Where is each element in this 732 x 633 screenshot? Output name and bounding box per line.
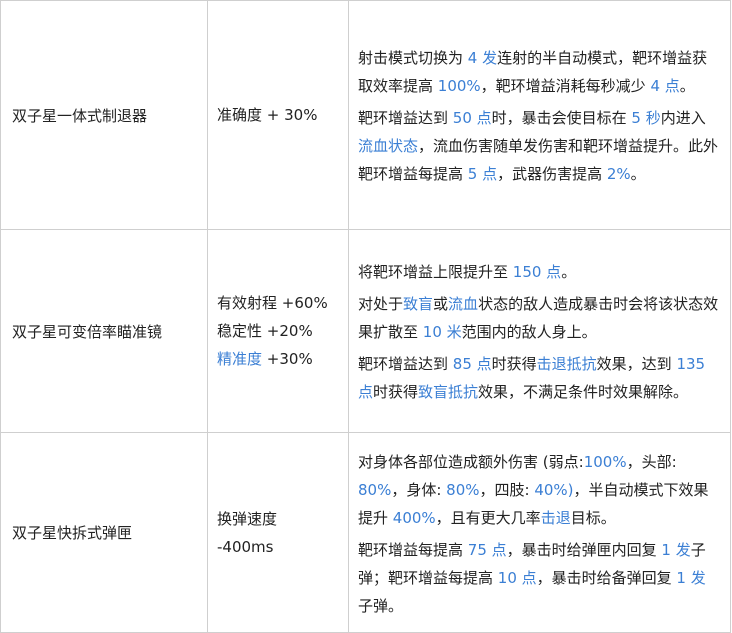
- highlight-term[interactable]: 致盲: [403, 295, 433, 313]
- attachment-row-muzzle: 双子星一体式制退器 准确度 + 30% 射击模式切换为 4 发连射的半自动模式，…: [0, 0, 731, 230]
- highlight-term[interactable]: 75 点: [468, 541, 507, 559]
- effect-text: 对身体各部位造成额外伤害 (弱点:: [358, 452, 584, 471]
- highlight-term[interactable]: 100%: [584, 453, 627, 471]
- attachment-name: 双子星快拆式弹匣: [12, 524, 133, 542]
- attachment-name: 双子星一体式制退器: [12, 106, 148, 125]
- attachment-effect-cell: 将靶环增益上限提升至 150 点。对处于致盲或流血状态的敌人造成暴击时会将该状态…: [348, 229, 731, 433]
- attachment-name-cell: 双子星快拆式弹匣: [0, 432, 208, 633]
- stat-label-link[interactable]: 精准度: [217, 350, 262, 368]
- highlight-term[interactable]: 40%): [534, 481, 573, 499]
- attachment-name-cell: 双子星一体式制退器: [0, 0, 208, 230]
- effect-text: 靶环增益达到: [358, 355, 453, 373]
- stat-line: 换弹速度: [217, 505, 348, 533]
- highlight-term[interactable]: 10 米: [423, 323, 462, 341]
- highlight-term[interactable]: 100%: [438, 77, 481, 95]
- highlight-term[interactable]: 2%: [607, 165, 631, 183]
- effect-text: 对处于: [358, 295, 404, 313]
- effect-text: ，暴击时给弹匣内回复: [506, 540, 662, 559]
- effect-text: 或: [433, 295, 449, 313]
- highlight-term[interactable]: 10 点: [498, 569, 537, 587]
- highlight-term[interactable]: 击退: [541, 509, 571, 527]
- effect-text: ，武器伤害提高: [497, 165, 607, 183]
- stat-label: -400ms: [217, 537, 274, 556]
- effect-text: 内进入: [660, 109, 706, 127]
- effect-paragraph: 靶环增益达到 85 点时获得击退抵抗效果，达到 135 点时获得致盲抵抗效果，不…: [358, 350, 720, 406]
- effect-text: 目标。: [570, 508, 616, 527]
- highlight-term[interactable]: 4 发: [468, 49, 497, 67]
- attachment-name: 双子星可变倍率瞄准镜: [12, 322, 163, 341]
- attachment-row-magazine: 双子星快拆式弹匣 换弹速度 -400ms 对身体各部位造成额外伤害 (弱点:10…: [0, 432, 731, 633]
- attachment-name-cell: 双子星可变倍率瞄准镜: [0, 229, 208, 433]
- attachment-table-body: 双子星一体式制退器 准确度 + 30% 射击模式切换为 4 发连射的半自动模式，…: [0, 0, 731, 633]
- stat-value: +30%: [262, 350, 313, 368]
- effect-paragraph: 将靶环增益上限提升至 150 点。: [358, 258, 720, 286]
- effect-paragraph: 对身体各部位造成额外伤害 (弱点:100%，头部: 80%，身体: 80%，四肢…: [358, 448, 720, 532]
- effect-paragraph: 靶环增益每提高 75 点，暴击时给弹匣内回复 1 发子弹；靶环增益每提高 10 …: [358, 536, 720, 620]
- effect-text: 将靶环增益上限提升至: [358, 263, 513, 281]
- effect-paragraph: 射击模式切换为 4 发连射的半自动模式，靶环增益获取效率提高 100%，靶环增益…: [358, 44, 720, 100]
- effect-text: 范围内的敌人身上。: [461, 323, 597, 341]
- effect-paragraph: 靶环增益达到 50 点时，暴击会使目标在 5 秒内进入流血状态，流血伤害随单发伤…: [358, 104, 720, 188]
- attachment-stats-cell: 换弹速度 -400ms: [207, 432, 349, 633]
- highlight-term[interactable]: 80%: [446, 481, 479, 499]
- highlight-term[interactable]: 致盲抵抗: [418, 383, 478, 401]
- highlight-term[interactable]: 流血状态: [358, 137, 418, 155]
- effect-text: 子弹。: [358, 596, 404, 615]
- stat-label: 有效射程: [217, 294, 278, 312]
- stat-value: +20%: [262, 322, 313, 340]
- effect-text: ，身体:: [391, 480, 447, 499]
- highlight-term[interactable]: 400%: [393, 509, 436, 527]
- effect-text: 靶环增益每提高: [358, 540, 468, 559]
- effect-text: 。: [630, 165, 646, 183]
- stat-line: 有效射程 +60%: [217, 289, 348, 317]
- effect-text: 效果，不满足条件时效果解除。: [478, 383, 689, 401]
- effect-text: 效果，达到: [596, 355, 677, 373]
- effect-text: 靶环增益达到: [358, 109, 453, 127]
- attachment-effect-cell: 对身体各部位造成额外伤害 (弱点:100%，头部: 80%，身体: 80%，四肢…: [348, 432, 731, 633]
- highlight-term[interactable]: 1 发: [661, 541, 690, 559]
- effect-text: 时，暴击会使目标在: [491, 109, 632, 127]
- stat-line: 准确度 + 30%: [217, 101, 348, 129]
- effect-text: ，靶环增益消耗每秒减少: [480, 77, 651, 95]
- effect-text: 射击模式切换为: [358, 49, 468, 67]
- effect-text: 。: [679, 77, 695, 95]
- highlight-term[interactable]: 85 点: [453, 355, 492, 373]
- effect-text: ，头部:: [626, 452, 677, 471]
- attachment-stats-cell: 有效射程 +60% 稳定性 +20% 精准度 +30%: [207, 229, 349, 433]
- effect-text: ，四肢:: [479, 480, 535, 499]
- stat-label: 换弹速度: [217, 509, 278, 528]
- effect-paragraph: 对处于致盲或流血状态的敌人造成暴击时会将该状态效果扩散至 10 米范围内的敌人身…: [358, 290, 720, 346]
- highlight-term[interactable]: 80%: [358, 481, 391, 499]
- attachment-row-scope: 双子星可变倍率瞄准镜 有效射程 +60% 稳定性 +20% 精准度 +30% 将…: [0, 229, 731, 433]
- stat-line: 精准度 +30%: [217, 345, 348, 373]
- stat-label: 稳定性: [217, 322, 263, 340]
- stat-line: -400ms: [217, 533, 348, 561]
- stat-value: + 30%: [262, 106, 318, 124]
- effect-text: 时获得: [373, 383, 419, 401]
- highlight-term[interactable]: 50 点: [453, 109, 492, 127]
- highlight-term[interactable]: 150 点: [513, 263, 561, 281]
- attachment-effect-cell: 射击模式切换为 4 发连射的半自动模式，靶环增益获取效率提高 100%，靶环增益…: [348, 0, 731, 230]
- effect-text: ，暴击时给备弹回复: [536, 568, 677, 587]
- highlight-term[interactable]: 1 发: [676, 569, 705, 587]
- highlight-term[interactable]: 4 点: [650, 77, 679, 95]
- attachment-table: 双子星一体式制退器 准确度 + 30% 射击模式切换为 4 发连射的半自动模式，…: [0, 0, 731, 633]
- effect-text: 时获得: [491, 355, 537, 373]
- attachment-stats-cell: 准确度 + 30%: [207, 0, 349, 230]
- stat-value: +60%: [277, 294, 328, 312]
- effect-text: ，且有更大几率: [435, 508, 541, 527]
- stat-label: 准确度: [217, 106, 263, 124]
- highlight-term[interactable]: 5 秒: [631, 109, 660, 127]
- highlight-term[interactable]: 5 点: [468, 165, 497, 183]
- highlight-term[interactable]: 击退抵抗: [537, 355, 597, 373]
- highlight-term[interactable]: 流血: [448, 295, 478, 313]
- effect-text: 。: [561, 263, 577, 281]
- stat-line: 稳定性 +20%: [217, 317, 348, 345]
